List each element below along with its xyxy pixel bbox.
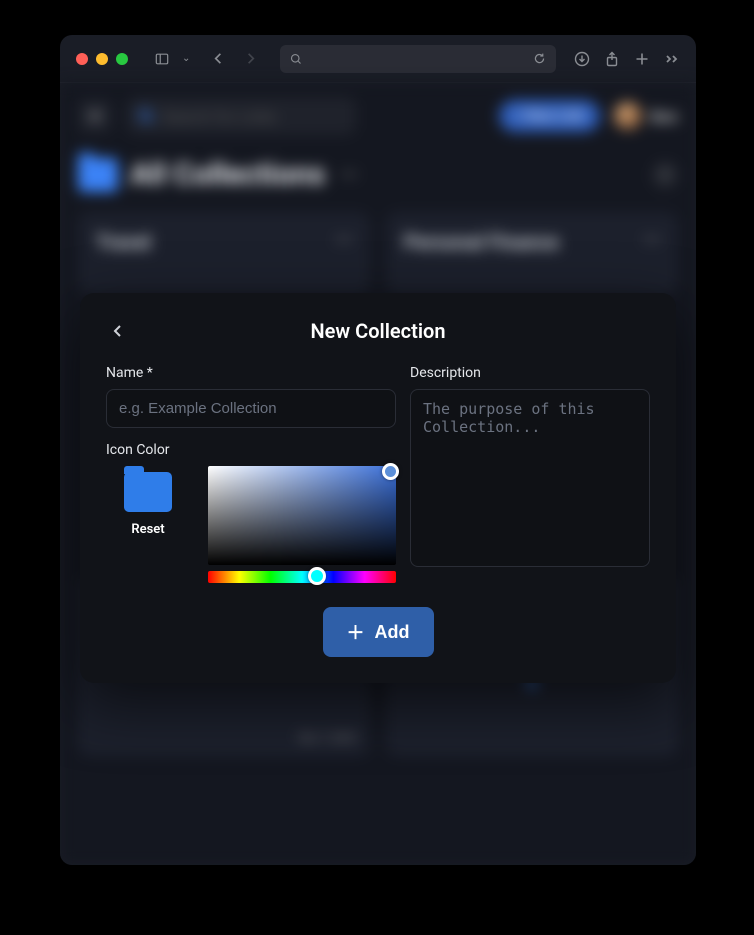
- name-input[interactable]: [106, 389, 396, 428]
- titlebar: ⌄: [60, 35, 696, 83]
- add-button-label: Add: [375, 622, 410, 643]
- fullscreen-window-button[interactable]: [116, 53, 128, 65]
- modal-overlay: New Collection Name * Icon Color Reset: [60, 83, 696, 865]
- minimize-window-button[interactable]: [96, 53, 108, 65]
- new-collection-modal: New Collection Name * Icon Color Reset: [80, 293, 676, 683]
- hue-thumb[interactable]: [308, 567, 326, 585]
- description-label: Description: [410, 365, 650, 381]
- address-bar[interactable]: [280, 45, 556, 73]
- nav-back-button[interactable]: [206, 47, 230, 71]
- toolbar-right: [574, 51, 680, 67]
- folder-color-preview-icon: [124, 472, 172, 512]
- plus-icon: ＋: [347, 619, 365, 645]
- saturation-thumb[interactable]: [382, 463, 399, 480]
- window-controls: [76, 53, 128, 65]
- add-button[interactable]: ＋ Add: [323, 607, 434, 657]
- close-window-button[interactable]: [76, 53, 88, 65]
- modal-title: New Collection: [106, 319, 650, 343]
- browser-window: ⌄ Search for Links: [60, 35, 696, 865]
- tab-menu-chevron-icon[interactable]: ⌄: [182, 53, 190, 64]
- icon-color-label: Icon Color: [106, 442, 396, 458]
- description-input[interactable]: [410, 389, 650, 567]
- saturation-value-area[interactable]: [208, 466, 396, 565]
- reload-icon[interactable]: [533, 52, 546, 65]
- back-button[interactable]: [106, 319, 130, 343]
- new-tab-icon[interactable]: [634, 51, 650, 67]
- chevron-left-icon: [110, 323, 126, 339]
- sidebar-toggle-button[interactable]: [148, 47, 176, 71]
- color-picker[interactable]: [208, 466, 396, 583]
- name-label: Name *: [106, 365, 396, 381]
- nav-forward-button[interactable]: [238, 47, 262, 71]
- hue-slider[interactable]: [208, 571, 396, 583]
- downloads-icon[interactable]: [574, 51, 590, 67]
- overflow-icon[interactable]: [664, 51, 680, 67]
- search-icon: [290, 53, 302, 65]
- reset-button[interactable]: Reset: [131, 522, 164, 537]
- share-icon[interactable]: [604, 51, 620, 67]
